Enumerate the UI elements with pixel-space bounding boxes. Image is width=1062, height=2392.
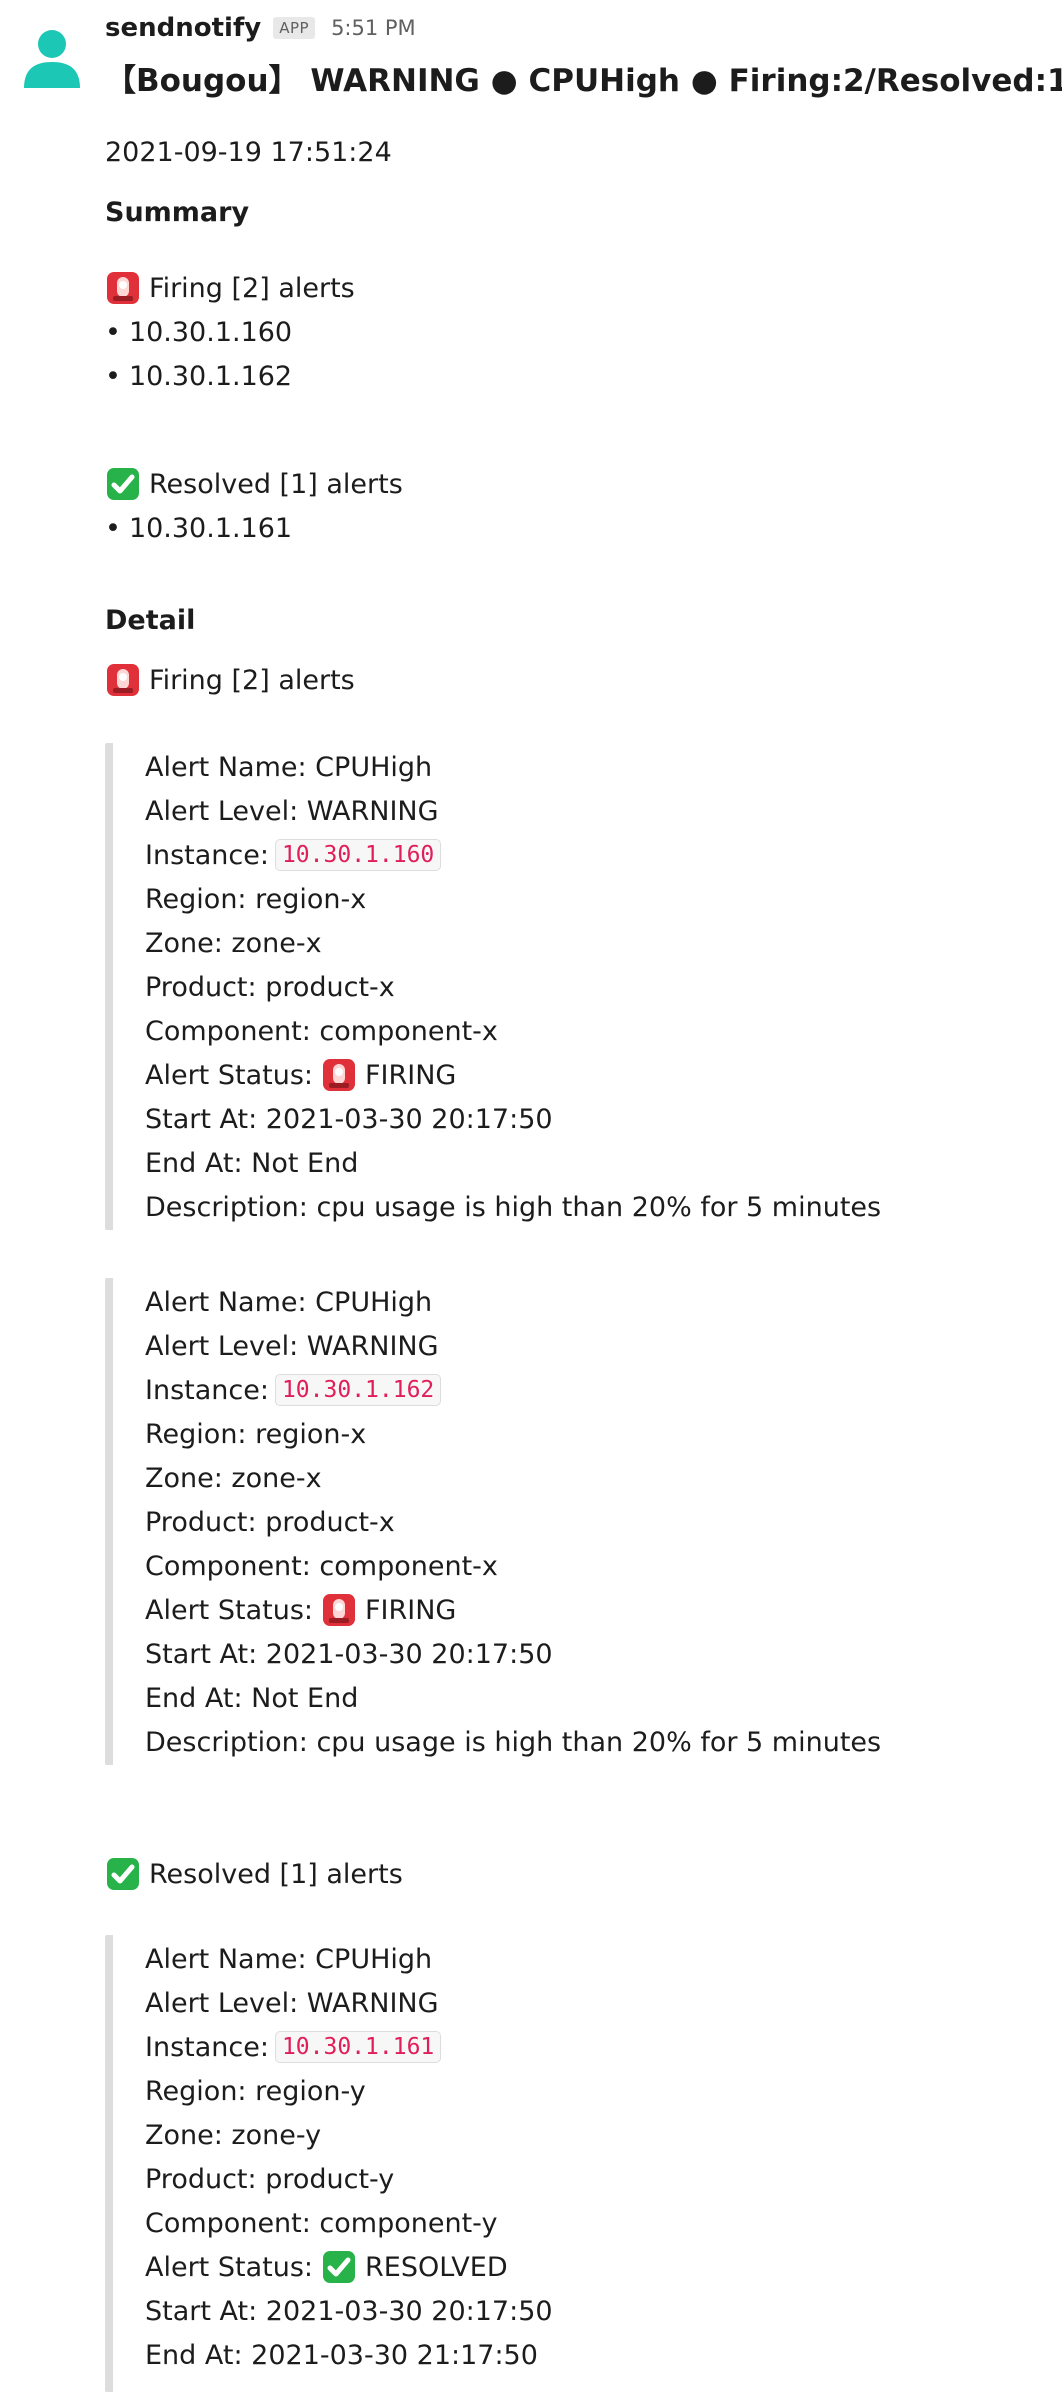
- summary-heading: Summary: [105, 196, 250, 228]
- detail-firing-label: Firing [2] alerts: [149, 664, 355, 696]
- alert-level: Alert Level: WARNING: [145, 795, 439, 827]
- alert-end: End At: Not End: [145, 1147, 359, 1179]
- alert-end: End At: Not End: [145, 1682, 359, 1714]
- bullet: •: [105, 316, 121, 348]
- message-header: sendnotify APP 5:51 PM: [105, 8, 416, 48]
- alert-component: Component: component-x: [145, 1550, 498, 1582]
- alert-region: Region: region-y: [145, 2075, 366, 2107]
- alert-instance: Instance: 10.30.1.161: [145, 2027, 442, 2067]
- alert-region: Region: region-x: [145, 883, 367, 915]
- alert-region: Region: region-x: [145, 1418, 367, 1450]
- summary-firing-instance: 10.30.1.160: [128, 316, 293, 348]
- alert-instance: Instance: 10.30.1.162: [145, 1370, 442, 1410]
- alert-level: Alert Level: WARNING: [145, 1330, 439, 1362]
- instance-code[interactable]: 10.30.1.162: [274, 1374, 442, 1406]
- alert-start: Start At: 2021-03-30 20:17:50: [145, 1103, 553, 1135]
- sender-name[interactable]: sendnotify: [105, 13, 261, 43]
- message-date: 2021-09-19 17:51:24: [105, 136, 392, 168]
- alert-name: Alert Name: CPUHigh: [145, 1943, 433, 1975]
- check-mark-icon: [105, 1856, 141, 1892]
- detail-resolved-line: Resolved [1] alerts: [105, 1854, 403, 1894]
- status-label: Alert Status:: [145, 1059, 313, 1091]
- detail-resolved-label: Resolved [1] alerts: [149, 1858, 403, 1890]
- status-value: FIRING: [365, 1059, 457, 1091]
- instance-code[interactable]: 10.30.1.160: [274, 839, 442, 871]
- status-value: RESOLVED: [365, 2251, 508, 2283]
- alert-description: Description: cpu usage is high than 20% …: [145, 1726, 882, 1758]
- message-title: 【Bougou】 WARNING ● CPUHigh ● Firing:2/Re…: [105, 63, 1062, 99]
- alert-product: Product: product-x: [145, 971, 395, 1003]
- alert-end: End At: 2021-03-30 21:17:50: [145, 2339, 538, 2371]
- summary-firing-instance: 10.30.1.162: [128, 360, 293, 392]
- instance-label: Instance:: [145, 1374, 269, 1406]
- summary-firing-line: Firing [2] alerts: [105, 268, 355, 308]
- status-label: Alert Status:: [145, 1594, 313, 1626]
- alert-status: Alert Status: FIRING: [145, 1590, 456, 1630]
- alert-zone: Zone: zone-x: [145, 1462, 322, 1494]
- instance-label: Instance:: [145, 2031, 269, 2063]
- alert-component: Component: component-y: [145, 2207, 498, 2239]
- alert-name: Alert Name: CPUHigh: [145, 751, 433, 783]
- list-item: • 10.30.1.162: [105, 356, 292, 396]
- alert-status: Alert Status: FIRING: [145, 1055, 456, 1095]
- list-item: • 10.30.1.161: [105, 508, 292, 548]
- alert-zone: Zone: zone-x: [145, 927, 322, 959]
- status-label: Alert Status:: [145, 2251, 313, 2283]
- summary-resolved-instance: 10.30.1.161: [128, 512, 293, 544]
- detail-firing-line: Firing [2] alerts: [105, 660, 355, 700]
- alert-start: Start At: 2021-03-30 20:17:50: [145, 2295, 553, 2327]
- status-value: FIRING: [365, 1594, 457, 1626]
- bullet: •: [105, 512, 121, 544]
- summary-resolved-line: Resolved [1] alerts: [105, 464, 403, 504]
- alert-product: Product: product-x: [145, 1506, 395, 1538]
- alert-block: Alert Name: CPUHigh Alert Level: WARNING…: [105, 1278, 1013, 1765]
- list-item: • 10.30.1.160: [105, 312, 292, 352]
- summary-firing-label: Firing [2] alerts: [149, 272, 355, 304]
- bullet: •: [105, 360, 121, 392]
- instance-label: Instance:: [145, 839, 269, 871]
- rotating-light-icon: [105, 662, 141, 698]
- alert-status: Alert Status: RESOLVED: [145, 2247, 508, 2287]
- rotating-light-icon: [321, 1592, 357, 1628]
- check-mark-icon: [321, 2249, 357, 2285]
- alert-block: Alert Name: CPUHigh Alert Level: WARNING…: [105, 743, 1013, 1230]
- check-mark-icon: [105, 466, 141, 502]
- alert-component: Component: component-x: [145, 1015, 498, 1047]
- rotating-light-icon: [105, 270, 141, 306]
- alert-block: Alert Name: CPUHigh Alert Level: WARNING…: [105, 1935, 1013, 2392]
- timestamp[interactable]: 5:51 PM: [331, 16, 416, 40]
- alert-product: Product: product-y: [145, 2163, 395, 2195]
- alert-description: Description: cpu usage is high than 20% …: [145, 1191, 882, 1223]
- app-badge: APP: [273, 17, 316, 39]
- avatar[interactable]: [16, 16, 88, 88]
- alert-zone: Zone: zone-y: [145, 2119, 322, 2151]
- detail-heading: Detail: [105, 604, 196, 636]
- alert-start: Start At: 2021-03-30 20:17:50: [145, 1638, 553, 1670]
- alert-level: Alert Level: WARNING: [145, 1987, 439, 2019]
- rotating-light-icon: [321, 1057, 357, 1093]
- alert-name: Alert Name: CPUHigh: [145, 1286, 433, 1318]
- instance-code[interactable]: 10.30.1.161: [274, 2031, 442, 2063]
- summary-resolved-label: Resolved [1] alerts: [149, 468, 403, 500]
- alert-instance: Instance: 10.30.1.160: [145, 835, 442, 875]
